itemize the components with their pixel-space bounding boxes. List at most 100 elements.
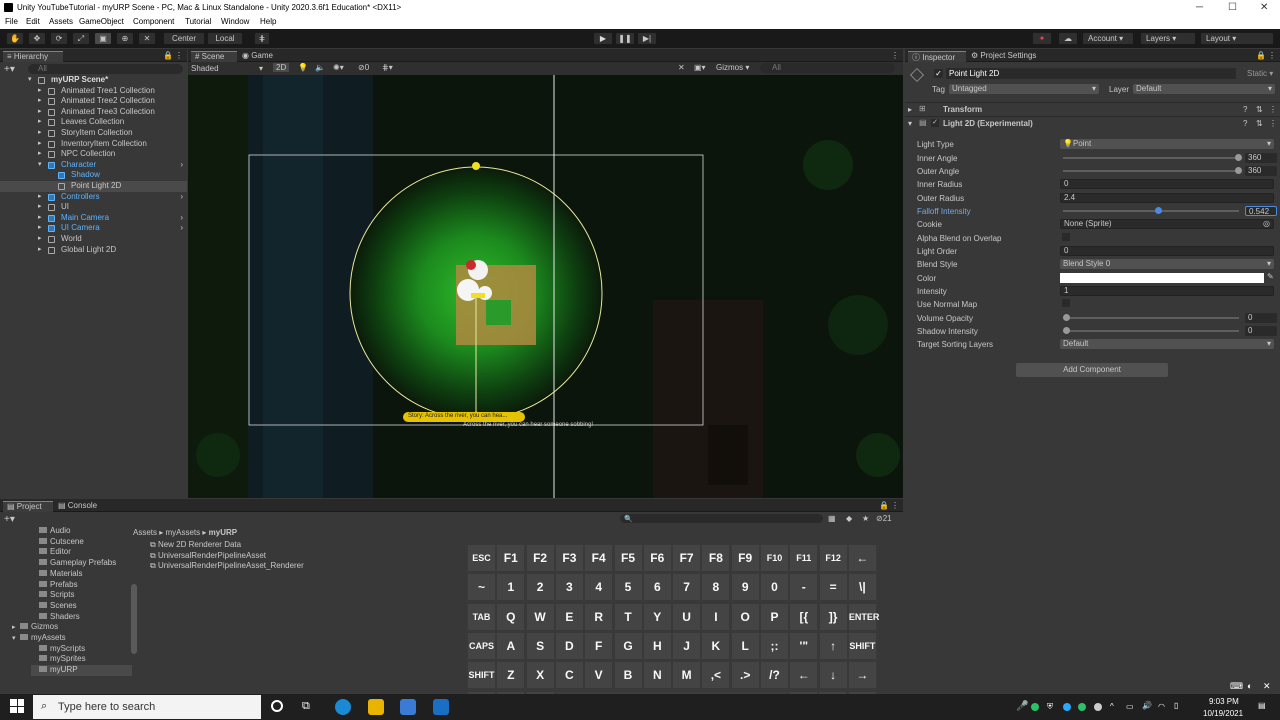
cookie-field[interactable]: None (Sprite) ◎ [1060, 219, 1274, 229]
start-button[interactable] [10, 699, 24, 713]
sorting-layers-dropdown[interactable]: Default [1060, 339, 1274, 349]
menu-gameobject[interactable]: GameObject [79, 17, 124, 26]
slider-knob[interactable] [1235, 167, 1242, 174]
pause-button[interactable]: ❚❚ [615, 32, 635, 45]
foldout-arrow-icon[interactable]: ▸ [38, 192, 42, 203]
key[interactable]: → [848, 662, 876, 689]
preset-icon[interactable]: ⇅ [1256, 105, 1263, 114]
key[interactable]: R [585, 603, 613, 630]
key[interactable]: ESC [468, 545, 495, 571]
key[interactable]: F5 [614, 545, 642, 571]
folder-item[interactable]: myURP [31, 665, 132, 676]
menu-assets[interactable]: Assets [49, 17, 73, 26]
effects-icon[interactable]: ✺▾ [333, 63, 344, 72]
key[interactable]: F7 [673, 545, 701, 571]
key[interactable]: D [555, 632, 583, 659]
layout-dropdown[interactable]: Layout ▾ [1200, 32, 1274, 45]
key[interactable]: Z [497, 662, 525, 689]
asset-item[interactable]: ⧉ New 2D Renderer Data [150, 540, 241, 551]
light2d-header[interactable]: ▾ ▤ ✓ Light 2D (Experimental) ? ⇅ ⋮ [905, 116, 1280, 129]
shadow-intensity-slider[interactable] [1063, 327, 1239, 334]
tab-scene[interactable]: # Scene [191, 51, 237, 62]
key[interactable]: J [673, 632, 701, 659]
menu-window[interactable]: Window [221, 17, 249, 26]
cortana-icon[interactable] [271, 700, 283, 712]
folder-item[interactable]: Editor [31, 547, 71, 558]
key[interactable]: U [673, 603, 701, 630]
folder-item[interactable]: mySprites [31, 654, 86, 665]
panel-menu-icon[interactable]: ⋮ [1268, 51, 1276, 60]
hierarchy-search-input[interactable]: All [28, 64, 183, 74]
eyedropper-icon[interactable]: ✎ [1267, 272, 1274, 281]
tray-app-icon[interactable] [1063, 703, 1071, 711]
object-picker-icon[interactable]: ◎ [1263, 220, 1270, 228]
key[interactable]: F1 [497, 545, 525, 571]
hierarchy-item[interactable]: ▸ Animated Tree3 Collection [0, 107, 187, 118]
key[interactable]: /? [761, 662, 788, 689]
menu-help[interactable]: Help [260, 17, 276, 26]
tray-app-icon[interactable] [1031, 703, 1039, 711]
key[interactable]: ← [790, 662, 818, 689]
key[interactable]: F11 [790, 545, 818, 571]
shading-dropdown[interactable]: Shaded ▾ [191, 64, 266, 73]
shadow-intensity-field[interactable]: 0 [1245, 326, 1277, 336]
folder-item[interactable]: Audio [31, 526, 70, 537]
lock-icon[interactable]: 🔒 [163, 51, 173, 60]
minimize-button[interactable]: ─ [1196, 2, 1203, 13]
hierarchy-item[interactable]: ▸ World [0, 234, 187, 245]
foldout-arrow-icon[interactable]: ▸ [38, 139, 42, 150]
component-enabled-checkbox[interactable]: ✓ [931, 119, 939, 127]
rect-tool-icon[interactable]: ▣ [94, 32, 112, 45]
keyboard-tray-icon[interactable]: ⌨ [1230, 681, 1243, 692]
edge-icon[interactable] [335, 699, 351, 715]
pivot-local-toggle[interactable]: Local [207, 32, 243, 45]
scene-menu-icon[interactable]: ⋮ [891, 51, 899, 60]
key[interactable]: ]} [819, 603, 847, 630]
key[interactable]: SHIFT [848, 632, 876, 659]
key[interactable]: 0 [761, 574, 788, 601]
breadcrumb-item[interactable]: Assets [133, 528, 157, 537]
hierarchy-item[interactable]: ▾ Character › [0, 160, 187, 171]
key[interactable]: T [614, 603, 642, 630]
slider-knob[interactable] [1155, 207, 1163, 214]
key[interactable]: 4 [585, 574, 613, 601]
custom-tool-icon[interactable]: ✕ [138, 32, 156, 45]
volume-opacity-field[interactable]: 0 [1245, 313, 1277, 323]
foldout-arrow-icon[interactable]: ▸ [38, 96, 42, 107]
asset-item[interactable]: ⧉ UniversalRenderPipelineAsset [150, 551, 266, 562]
key[interactable]: F8 [702, 545, 730, 571]
folder-item[interactable]: Materials [31, 569, 82, 580]
folder-item[interactable]: Gameplay Prefabs [31, 558, 116, 569]
hierarchy-item[interactable]: Shadow [0, 170, 187, 181]
clock-date[interactable]: 10/19/2021 [1203, 709, 1243, 718]
hand-tool-icon[interactable]: ✋ [6, 32, 24, 45]
camera-icon[interactable]: ▣▾ [694, 63, 706, 72]
key[interactable]: Q [497, 603, 525, 630]
key[interactable]: S [526, 632, 554, 659]
breadcrumb-item[interactable]: myAssets [165, 528, 200, 537]
menu-tutorial[interactable]: Tutorial [185, 17, 211, 26]
key[interactable]: 8 [702, 574, 730, 601]
filter-type-icon[interactable]: ▦ [828, 514, 836, 523]
tray-app-icon[interactable] [1078, 703, 1086, 711]
volume-icon[interactable]: 🔊 [1142, 701, 1152, 710]
layers-dropdown[interactable]: Layers ▾ [1140, 32, 1196, 45]
hierarchy-item[interactable]: ▸ Animated Tree1 Collection [0, 86, 187, 97]
light-type-dropdown[interactable]: 💡Point [1060, 139, 1274, 149]
key[interactable]: H [643, 632, 671, 659]
menu-edit[interactable]: Edit [26, 17, 40, 26]
key[interactable]: SHIFT [468, 662, 495, 689]
static-toggle[interactable]: Static ▾ [1247, 69, 1273, 78]
slider-knob[interactable] [1063, 314, 1070, 321]
key[interactable]: M [673, 662, 701, 689]
key[interactable]: F3 [555, 545, 583, 571]
key[interactable]: = [819, 574, 847, 601]
key[interactable]: B [614, 662, 642, 689]
key[interactable]: CAPS [468, 632, 495, 659]
notification-icon[interactable]: ▤ [1258, 701, 1266, 710]
hierarchy-item[interactable]: ▸ UI Camera › [0, 223, 187, 234]
inner-angle-slider[interactable] [1063, 154, 1242, 161]
microphone-icon[interactable]: 🎤 [1016, 701, 1028, 712]
tray-overflow-icon[interactable]: ^ [1110, 702, 1114, 711]
key[interactable]: TAB [468, 603, 495, 630]
